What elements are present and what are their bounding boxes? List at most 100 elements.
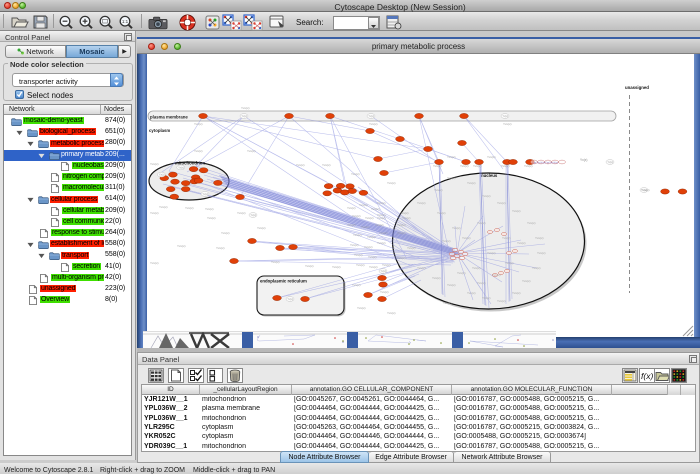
svg-text:Yx(x): Yx(x) (242, 115, 248, 118)
svg-text:Yxx(x): Yxx(x) (371, 207, 380, 211)
svg-text:Yxx(x): Yxx(x) (221, 231, 230, 235)
svg-text:Yxx(x): Yxx(x) (502, 236, 511, 240)
svg-text:Yx(x): Yx(x) (608, 161, 614, 164)
svg-text:Yxx(x): Yxx(x) (351, 172, 360, 176)
svg-text:Yxx(x): Yxx(x) (377, 213, 386, 217)
svg-text:Yxx(x): Yxx(x) (443, 301, 452, 305)
svg-text:Yxx(x): Yxx(x) (472, 266, 481, 270)
svg-text:Yxx(x): Yxx(x) (237, 211, 246, 215)
svg-text:Yxx(x): Yxx(x) (487, 251, 496, 255)
svg-text:Yxx(x): Yxx(x) (641, 188, 650, 192)
svg-text:Yxx(x): Yxx(x) (417, 201, 426, 205)
svg-text:Yxx(x): Yxx(x) (382, 263, 391, 267)
svg-text:Yxx(x): Yxx(x) (407, 246, 416, 250)
svg-text:Yxx(x): Yxx(x) (379, 231, 388, 235)
svg-text:Yxx(x): Yxx(x) (150, 162, 159, 166)
svg-text:Yxx(x): Yxx(x) (356, 263, 365, 267)
svg-text:Yxx(x): Yxx(x) (477, 221, 486, 225)
svg-text:Yxx(x): Yxx(x) (332, 265, 341, 269)
svg-text:Yxx(x): Yxx(x) (367, 235, 376, 239)
svg-text:Yxx(x): Yxx(x) (387, 311, 396, 315)
svg-text:Yxx(x): Yxx(x) (512, 291, 521, 295)
svg-text:Yxx(x): Yxx(x) (216, 246, 225, 250)
svg-text:Yxx(x): Yxx(x) (368, 255, 377, 259)
svg-text:Yxx(x): Yxx(x) (177, 244, 186, 248)
svg-text:Yxx(x): Yxx(x) (347, 206, 356, 210)
svg-text:Yxx(x): Yxx(x) (447, 176, 456, 180)
svg-text:Yxx(x): Yxx(x) (537, 251, 546, 255)
svg-text:Yxx(x): Yxx(x) (185, 206, 194, 210)
svg-text:Yxx(x): Yxx(x) (505, 261, 514, 265)
svg-text:Yxx(x): Yxx(x) (347, 223, 356, 227)
svg-text:Yxx(x): Yxx(x) (352, 214, 361, 218)
svg-text:nucleus: nucleus (481, 173, 498, 178)
svg-text:1:1: 1:1 (122, 19, 129, 24)
svg-text:Yxx(x): Yxx(x) (517, 241, 526, 245)
svg-text:Yxx(x): Yxx(x) (487, 155, 496, 159)
svg-text:Yxx(x): Yxx(x) (194, 122, 203, 126)
svg-text:Yxx(x): Yxx(x) (354, 253, 363, 257)
svg-text:Yxx(x): Yxx(x) (477, 281, 486, 285)
svg-text:Yx(x): Yx(x) (503, 115, 509, 118)
svg-text:Yxx(x): Yxx(x) (434, 188, 443, 192)
svg-text:Yxx(x): Yxx(x) (402, 216, 411, 220)
svg-text:Yxx(x): Yxx(x) (353, 233, 362, 237)
svg-text:f(x): f(x) (641, 371, 653, 381)
svg-text:Yxx(x): Yxx(x) (400, 211, 409, 215)
svg-text:Yxx(x): Yxx(x) (150, 211, 159, 215)
svg-text:Yxx(x): Yxx(x) (305, 264, 314, 268)
svg-text:Yxx(x): Yxx(x) (482, 296, 491, 300)
svg-text:Yxx(x): Yxx(x) (322, 163, 331, 167)
svg-text:Yxx(x): Yxx(x) (369, 265, 378, 269)
svg-text:Yxx(x): Yxx(x) (380, 290, 389, 294)
svg-text:Yxx(x): Yxx(x) (247, 149, 256, 153)
svg-text:Yxx(x): Yxx(x) (432, 276, 441, 280)
svg-text:Yxx(x): Yxx(x) (352, 283, 361, 287)
svg-text:Yxx(x): Yxx(x) (364, 245, 373, 249)
svg-text:Yxx(x): Yxx(x) (452, 226, 461, 230)
svg-text:Yx(x): Yx(x) (369, 115, 375, 118)
svg-text:Yxx(x): Yxx(x) (524, 164, 533, 168)
svg-text:Yxx(x): Yxx(x) (207, 216, 216, 220)
svg-text:Yxx(x): Yxx(x) (350, 243, 359, 247)
svg-text:Yxx(x): Yxx(x) (535, 236, 544, 240)
svg-text:Yxx(x): Yxx(x) (361, 225, 370, 229)
svg-text:Yxx(x): Yxx(x) (257, 226, 266, 230)
svg-text:Yxx(x): Yxx(x) (473, 164, 482, 168)
svg-text:Yxx(x): Yxx(x) (512, 209, 521, 213)
svg-text:Yxx(x): Yxx(x) (467, 291, 476, 295)
svg-text:Yxx(x): Yxx(x) (369, 122, 378, 126)
svg-text:cytoplasm: cytoplasm (149, 128, 170, 133)
svg-text:Yxx(x): Yxx(x) (397, 256, 406, 260)
svg-text:Yxx(x): Yxx(x) (397, 223, 406, 227)
svg-text:Yxx(x): Yxx(x) (357, 306, 366, 310)
svg-text:Yx(x): Yx(x) (178, 166, 184, 169)
svg-text:Yxx(x): Yxx(x) (503, 122, 512, 126)
svg-text:Yxx(x): Yxx(x) (447, 283, 456, 287)
svg-text:Yx(x): Yx(x) (580, 158, 587, 162)
svg-text:Yxx(x): Yxx(x) (497, 299, 506, 303)
svg-text:Yx(x): Yx(x) (381, 270, 387, 273)
svg-text:Yxx(x): Yxx(x) (296, 163, 305, 167)
svg-text:YxxYxxYxxYxxYxxYxx: YxxYxxYxxYxxYxxYxx (532, 161, 559, 165)
svg-text:Yxx(x): Yxx(x) (501, 164, 510, 168)
svg-text:Yxx(x): Yxx(x) (522, 279, 531, 283)
svg-text:Yxx(x): Yxx(x) (359, 203, 368, 207)
svg-text:Yxx(x): Yxx(x) (397, 231, 406, 235)
svg-text:unassigned: unassigned (625, 85, 649, 90)
svg-text:Yx(x): Yx(x) (251, 214, 257, 217)
svg-text:Yx(x): Yx(x) (203, 193, 209, 196)
svg-text:Yxx(x): Yxx(x) (467, 181, 476, 185)
svg-text:Yxx(x): Yxx(x) (532, 266, 541, 270)
svg-text:Yxx(x): Yxx(x) (462, 236, 471, 240)
svg-text:Yxx(x): Yxx(x) (387, 181, 396, 185)
svg-text:Yxx(x): Yxx(x) (497, 201, 506, 205)
svg-text:Yxx(x): Yxx(x) (271, 260, 280, 264)
svg-text:Yxx(x): Yxx(x) (457, 271, 466, 275)
svg-text:Yxx(x): Yxx(x) (375, 223, 384, 227)
svg-text:Yxx(x): Yxx(x) (437, 211, 446, 215)
svg-text:Yxx(x): Yxx(x) (527, 221, 536, 225)
svg-text:Yxx(x): Yxx(x) (482, 194, 491, 198)
svg-text:Yxx(x): Yxx(x) (150, 261, 159, 265)
svg-text:Yxx(x): Yxx(x) (447, 155, 456, 159)
